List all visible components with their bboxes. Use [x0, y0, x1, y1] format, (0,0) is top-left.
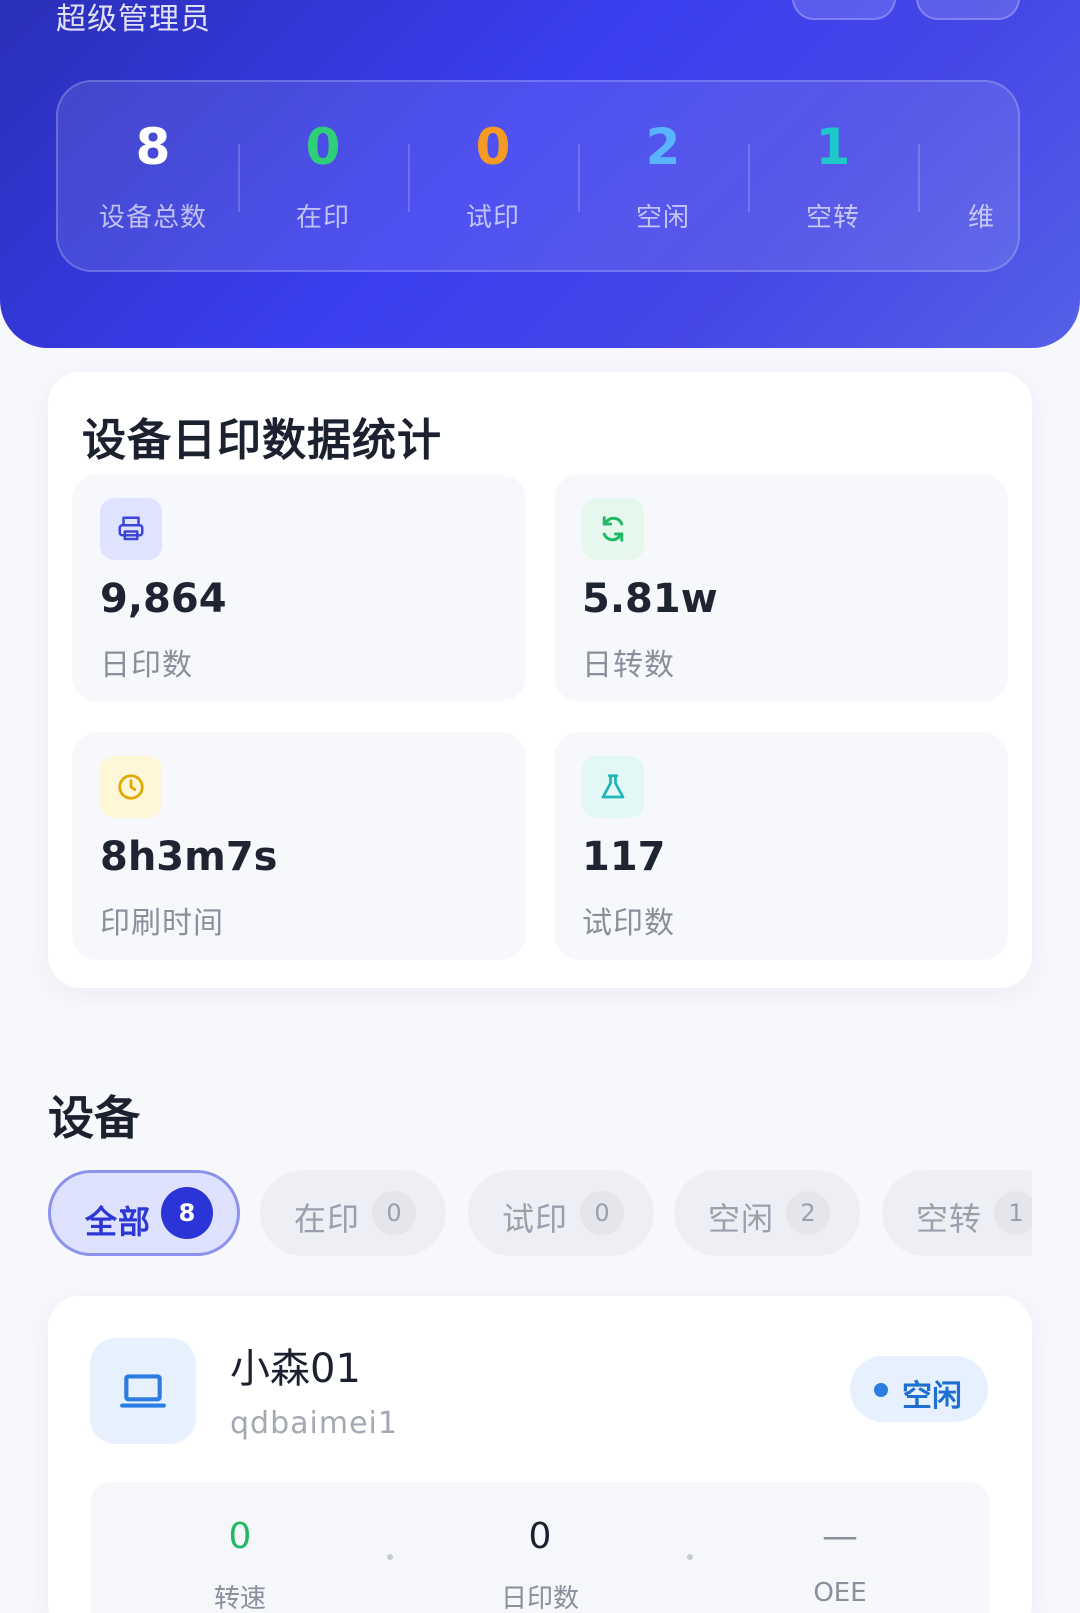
- metric-label: 日印数: [100, 648, 193, 683]
- device-metric-oee: — OEE: [690, 1482, 990, 1613]
- filter-label: 空闲: [708, 1200, 775, 1238]
- laptop-icon: [90, 1338, 196, 1444]
- stat-idle[interactable]: 2 空闲: [578, 82, 748, 270]
- flask-icon: [582, 756, 644, 818]
- header-action-button[interactable]: [916, 0, 1020, 20]
- metric-print-time: 8h3m7s 印刷时间: [72, 732, 526, 960]
- device-filter-tabs: 全部 8 在印 0 试印 0 空闲 2 空转 1: [48, 1170, 1032, 1256]
- stat-maintenance[interactable]: 维: [918, 82, 1018, 270]
- metric-trial-prints: 117 试印数: [554, 732, 1008, 960]
- device-metrics: 0 转速 0 日印数 — OEE: [90, 1482, 990, 1613]
- metric-value: 5.81w: [582, 576, 718, 622]
- stat-label: 试印: [465, 203, 520, 233]
- app-page: 超级管理员 8 设备总数 0 在印 0 试印 2 空闲 1 空转 维 设备日印数…: [0, 0, 1080, 1613]
- metric-label: 日印数: [500, 1584, 579, 1613]
- metric-daily-prints: 9,864 日印数: [72, 474, 526, 702]
- filter-label: 在印: [294, 1200, 361, 1238]
- card-title: 设备日印数据统计: [82, 415, 442, 466]
- stat-value: 1: [815, 118, 851, 176]
- device-metric-speed: 0 转速: [90, 1482, 390, 1613]
- filter-count-badge: 2: [786, 1191, 830, 1235]
- stat-value: 8: [135, 118, 171, 176]
- stat-label: 在印: [295, 203, 350, 233]
- filter-label: 试印: [502, 1200, 569, 1238]
- header-action-button[interactable]: [792, 0, 896, 20]
- stat-label: 设备总数: [98, 203, 207, 233]
- metric-value: —: [822, 1516, 858, 1557]
- user-role-label: 超级管理员: [56, 2, 211, 37]
- metric-label: OEE: [813, 1578, 867, 1608]
- device-card[interactable]: 小森01 qdbaimei1 空闲 0 转速 0 日印数 — OEE: [48, 1296, 1032, 1613]
- filter-count-badge: 8: [161, 1187, 213, 1239]
- filter-label: 空转: [916, 1200, 983, 1238]
- metric-label: 印刷时间: [100, 906, 224, 941]
- filter-tab-trial-print[interactable]: 试印 0: [468, 1170, 654, 1256]
- stat-printing[interactable]: 0 在印: [238, 82, 408, 270]
- metric-value: 8h3m7s: [100, 834, 278, 880]
- dashboard-header: 超级管理员 8 设备总数 0 在印 0 试印 2 空闲 1 空转 维: [0, 0, 1080, 348]
- device-name: 小森01: [230, 1346, 361, 1392]
- filter-count-badge: 0: [580, 1191, 624, 1235]
- printer-icon: [100, 498, 162, 560]
- filter-tab-printing[interactable]: 在印 0: [260, 1170, 446, 1256]
- stat-value: 0: [475, 118, 511, 176]
- metric-label: 日转数: [582, 648, 675, 683]
- filter-tab-idle-running[interactable]: 空转 1: [882, 1170, 1032, 1256]
- filter-tab-all[interactable]: 全部 8: [48, 1170, 240, 1256]
- metric-daily-rotations: 5.81w 日转数: [554, 474, 1008, 702]
- clock-icon: [100, 756, 162, 818]
- status-badge: 空闲: [850, 1356, 988, 1422]
- status-label: 空闲: [902, 1379, 962, 1414]
- metric-value: 0: [528, 1516, 552, 1557]
- stat-value: 2: [645, 118, 681, 176]
- device-metric-daily-prints: 0 日印数: [390, 1482, 690, 1613]
- metric-value: 0: [228, 1516, 252, 1557]
- stat-idle-running[interactable]: 1 空转: [748, 82, 918, 270]
- stat-label: 维: [968, 203, 996, 233]
- device-id: qdbaimei1: [230, 1406, 398, 1441]
- daily-print-stats-card: 设备日印数据统计 9,864 日印数 5.81w 日转数 8h3m7s 印刷时间…: [48, 372, 1032, 988]
- stat-total[interactable]: 8 设备总数: [68, 82, 238, 270]
- filter-count-badge: 1: [994, 1191, 1032, 1235]
- stat-trial-print[interactable]: 0 试印: [408, 82, 578, 270]
- stat-label: 空转: [805, 203, 860, 233]
- device-status-summary: 8 设备总数 0 在印 0 试印 2 空闲 1 空转 维: [56, 80, 1020, 272]
- devices-section-title: 设备: [48, 1091, 140, 1145]
- status-dot: [874, 1383, 888, 1397]
- sync-icon: [582, 498, 644, 560]
- stat-label: 空闲: [635, 203, 690, 233]
- metric-value: 9,864: [100, 576, 227, 622]
- stat-value: 0: [305, 118, 341, 176]
- metric-label: 转速: [213, 1584, 266, 1613]
- metric-value: 117: [582, 834, 666, 880]
- filter-count-badge: 0: [372, 1191, 416, 1235]
- filter-tab-idle[interactable]: 空闲 2: [674, 1170, 860, 1256]
- filter-label: 全部: [85, 1203, 152, 1241]
- metric-label: 试印数: [582, 906, 675, 941]
